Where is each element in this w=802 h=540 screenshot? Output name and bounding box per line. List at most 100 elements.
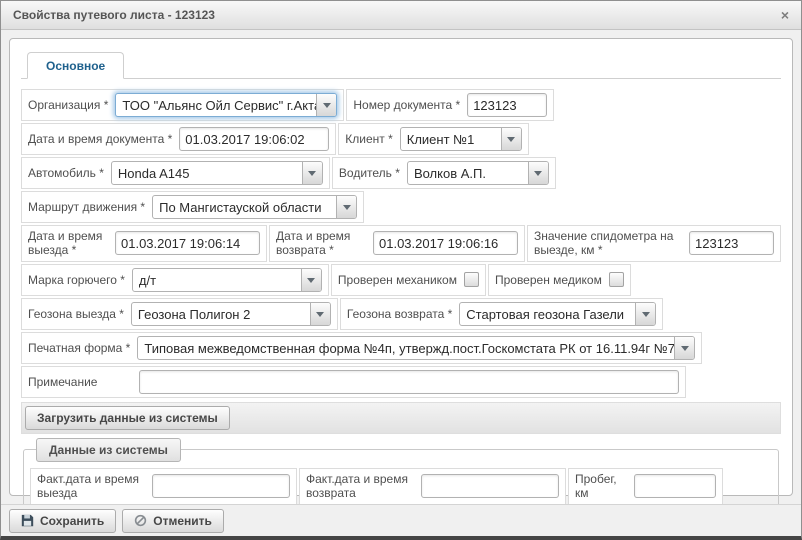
load-system-data-label: Загрузить данные из системы (37, 411, 218, 425)
fact-return-label: Факт.дата и время возврата (306, 472, 414, 501)
field-geozone-return: Геозона возврата * Стартовая геозона Газ… (340, 298, 663, 330)
field-route: Маршрут движения * По Мангистауской обла… (21, 191, 364, 223)
fuel-brand-value: д/т (133, 269, 301, 291)
field-fuel-brand: Марка горючего * д/т (21, 264, 329, 296)
field-vehicle: Автомобиль * Honda A145 (21, 157, 330, 189)
cancel-icon (134, 514, 147, 527)
geozone-return-value: Стартовая геозона Газели (460, 303, 635, 325)
fact-departure-input[interactable] (152, 474, 290, 498)
mileage-input[interactable] (634, 474, 716, 498)
field-fact-return: Факт.дата и время возврата (299, 468, 566, 504)
chevron-down-icon[interactable] (635, 303, 655, 325)
tab-strip: Основное (21, 47, 781, 79)
close-icon[interactable]: × (781, 8, 789, 22)
load-toolbar: Загрузить данные из системы (21, 402, 781, 434)
organization-combobox[interactable]: ТОО "Альянс Ойл Сервис" г.Актау (115, 93, 337, 117)
chevron-down-icon[interactable] (301, 269, 321, 291)
print-form-combobox[interactable]: Типовая межведомственная форма №4п, утве… (137, 336, 695, 360)
client-combobox[interactable]: Клиент №1 (400, 127, 522, 151)
save-label: Сохранить (40, 514, 104, 528)
fuel-brand-combobox[interactable]: д/т (132, 268, 322, 292)
field-departure-datetime: Дата и время выезда * (21, 225, 267, 262)
route-value: По Мангистауской области (153, 196, 336, 218)
departure-datetime-label: Дата и время выезда * (28, 229, 108, 258)
footer-toolbar: Сохранить Отменить (1, 504, 801, 536)
cancel-button[interactable]: Отменить (122, 509, 224, 533)
field-return-datetime: Дата и время возврата * (269, 225, 525, 262)
organization-label: Организация * (28, 98, 108, 112)
field-client: Клиент * Клиент №1 (338, 123, 529, 155)
fuel-brand-label: Марка горючего * (28, 273, 125, 287)
field-odometer-departure: Значение спидометра на выезде, км * (527, 225, 781, 262)
row-document-datetime: Дата и время документа * Клиент * Клиент… (21, 123, 781, 155)
main-panel: Основное Организация * ТОО "Альянс Ойл С… (9, 38, 793, 496)
geozone-return-combobox[interactable]: Стартовая геозона Газели (459, 302, 656, 326)
save-button[interactable]: Сохранить (9, 509, 116, 533)
vehicle-combobox[interactable]: Honda A145 (111, 161, 323, 185)
fact-departure-label: Факт.дата и время выезда (37, 472, 145, 501)
medic-checkbox[interactable] (609, 272, 624, 287)
system-data-row-1: Факт.дата и время выезда Факт.дата и вре… (30, 468, 772, 504)
return-datetime-label: Дата и время возврата * (276, 229, 366, 258)
return-datetime-input[interactable] (373, 231, 518, 255)
vehicle-value: Honda A145 (112, 162, 302, 184)
field-driver: Водитель * Волков А.П. (332, 157, 556, 189)
chevron-down-icon[interactable] (310, 303, 330, 325)
chevron-down-icon[interactable] (302, 162, 322, 184)
driver-value: Волков А.П. (408, 162, 528, 184)
titlebar: Свойства путевого листа - 123123 × (1, 1, 801, 30)
row-organization: Организация * ТОО "Альянс Ойл Сервис" г.… (21, 89, 781, 121)
row-fuel-checks: Марка горючего * д/т Проверен механиком … (21, 264, 781, 296)
chevron-down-icon[interactable] (336, 196, 356, 218)
row-vehicle-driver: Автомобиль * Honda A145 Водитель * Волко… (21, 157, 781, 189)
cancel-label: Отменить (153, 514, 212, 528)
waybill-properties-dialog: Свойства путевого листа - 123123 × Основ… (0, 0, 802, 540)
geozone-departure-label: Геозона выезда * (28, 307, 124, 321)
vehicle-label: Автомобиль * (28, 166, 104, 180)
document-datetime-input[interactable] (179, 127, 329, 151)
tab-main[interactable]: Основное (27, 52, 124, 79)
geozone-departure-value: Геозона Полигон 2 (132, 303, 310, 325)
note-label: Примечание (28, 375, 132, 389)
field-print-form: Печатная форма * Типовая межведомственна… (21, 332, 702, 364)
client-label: Клиент * (345, 132, 393, 146)
geozone-departure-combobox[interactable]: Геозона Полигон 2 (131, 302, 331, 326)
print-form-label: Печатная форма * (28, 341, 130, 355)
field-checked-by-mechanic: Проверен механиком (331, 264, 486, 296)
driver-combobox[interactable]: Волков А.П. (407, 161, 549, 185)
row-print-form: Печатная форма * Типовая межведомственна… (21, 332, 781, 364)
row-route: Маршрут движения * По Мангистауской обла… (21, 191, 781, 223)
chevron-down-icon[interactable] (674, 337, 694, 359)
chevron-down-icon[interactable] (316, 94, 336, 116)
load-system-data-button[interactable]: Загрузить данные из системы (25, 406, 230, 430)
driver-label: Водитель * (339, 166, 400, 180)
system-data-legend: Данные из системы (36, 438, 181, 462)
mileage-label: Пробег, км (575, 472, 627, 501)
document-number-input[interactable] (467, 93, 547, 117)
route-combobox[interactable]: По Мангистауской области (152, 195, 357, 219)
note-input[interactable] (139, 370, 679, 394)
field-document-number: Номер документа * (346, 89, 554, 121)
departure-datetime-input[interactable] (115, 231, 260, 255)
odometer-departure-input[interactable] (689, 231, 774, 255)
chevron-down-icon[interactable] (501, 128, 521, 150)
document-number-label: Номер документа * (353, 98, 460, 112)
system-data-fieldset: Данные из системы Факт.дата и время выез… (23, 438, 779, 504)
organization-value: ТОО "Альянс Ойл Сервис" г.Актау (116, 94, 316, 116)
print-form-value: Типовая межведомственная форма №4п, утве… (138, 337, 674, 359)
row-note: Примечание (21, 366, 781, 398)
document-datetime-label: Дата и время документа * (28, 132, 172, 146)
save-icon (21, 514, 34, 527)
checked-by-medic-label: Проверен медиком (495, 273, 602, 287)
mechanic-checkbox[interactable] (464, 272, 479, 287)
field-note: Примечание (21, 366, 686, 398)
field-fact-departure: Факт.дата и время выезда (30, 468, 297, 504)
row-departure-return: Дата и время выезда * Дата и время возвр… (21, 225, 781, 262)
field-geozone-departure: Геозона выезда * Геозона Полигон 2 (21, 298, 338, 330)
field-mileage: Пробег, км (568, 468, 723, 504)
chevron-down-icon[interactable] (528, 162, 548, 184)
window-title: Свойства путевого листа - 123123 (13, 8, 215, 22)
route-label: Маршрут движения * (28, 200, 145, 214)
fact-return-input[interactable] (421, 474, 559, 498)
checked-by-mechanic-label: Проверен механиком (338, 273, 457, 287)
